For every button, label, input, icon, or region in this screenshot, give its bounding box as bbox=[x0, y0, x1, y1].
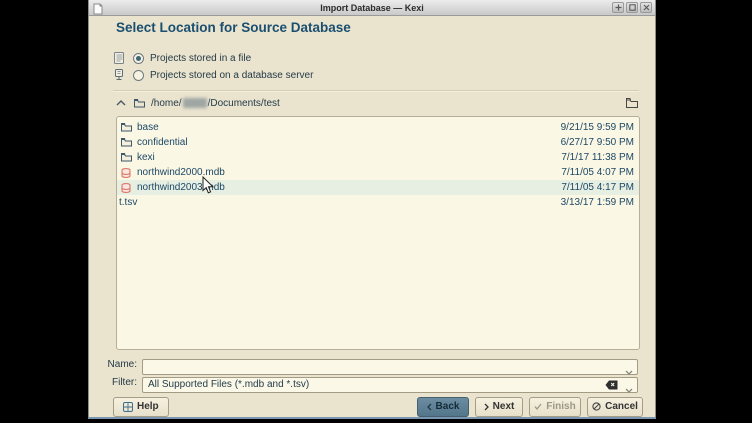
radio-projects-file[interactable] bbox=[133, 53, 144, 64]
option-projects-file[interactable]: Projects stored in a file bbox=[113, 51, 251, 65]
file-name: kexi bbox=[137, 152, 155, 163]
file-date: 7/11/05 4:07 PM bbox=[561, 167, 634, 178]
file-list-row[interactable]: t.tsv 3/13/17 1:59 PM bbox=[117, 195, 639, 210]
cancel-icon bbox=[592, 402, 601, 411]
window-controls bbox=[612, 2, 652, 13]
path-suffix: /Documents/test bbox=[208, 98, 280, 109]
chevron-right-icon bbox=[484, 403, 489, 411]
finish-label: Finish bbox=[546, 401, 575, 412]
titlebar[interactable]: Import Database — Kexi bbox=[89, 0, 655, 16]
window-title: Import Database — Kexi bbox=[89, 3, 655, 13]
maximize-button[interactable] bbox=[626, 2, 638, 13]
breadcrumb-path[interactable]: /home/ /Documents/test bbox=[151, 98, 280, 109]
app-window-icon bbox=[93, 2, 103, 20]
maximize-icon bbox=[629, 4, 636, 11]
file-name: base bbox=[137, 122, 159, 133]
next-button[interactable]: Next bbox=[475, 397, 523, 417]
close-button[interactable] bbox=[640, 2, 652, 13]
radio-projects-server[interactable] bbox=[133, 70, 144, 81]
keep-above-button[interactable] bbox=[612, 2, 624, 13]
name-input[interactable] bbox=[142, 359, 638, 375]
file-date: 9/21/15 9:59 PM bbox=[561, 122, 634, 133]
filter-combo bbox=[142, 374, 638, 390]
file-date: 6/27/17 9:50 PM bbox=[561, 137, 634, 148]
letterbox-background: Import Database — Kexi Select Location f… bbox=[0, 0, 752, 423]
file-name: northwind2000.mdb bbox=[137, 167, 225, 178]
chevron-up-icon bbox=[116, 100, 126, 106]
backspace-icon bbox=[605, 380, 618, 390]
import-database-dialog: Import Database — Kexi Select Location f… bbox=[88, 0, 656, 419]
help-label: Help bbox=[137, 401, 159, 412]
redacted-username bbox=[183, 98, 207, 108]
new-folder-button[interactable] bbox=[626, 98, 638, 108]
page-title: Select Location for Source Database bbox=[116, 20, 351, 35]
button-bar: Help Back Next bbox=[113, 396, 643, 417]
file-name: northwind2003.mdb bbox=[137, 182, 225, 193]
filter-label: Filter: bbox=[89, 377, 137, 388]
name-field-row: Name: bbox=[89, 356, 638, 372]
cancel-label: Cancel bbox=[605, 401, 638, 412]
database-file-icon bbox=[121, 168, 133, 178]
file-list-row[interactable]: base 9/21/15 9:59 PM bbox=[117, 120, 639, 135]
current-folder-icon bbox=[134, 99, 145, 108]
new-folder-icon bbox=[626, 98, 638, 108]
folder-icon bbox=[121, 138, 133, 147]
clear-filter-button[interactable] bbox=[605, 377, 618, 395]
close-icon bbox=[643, 4, 650, 11]
file-name: t.tsv bbox=[119, 197, 137, 208]
path-prefix: /home/ bbox=[151, 98, 182, 109]
finish-button[interactable]: Finish bbox=[529, 397, 581, 417]
help-button[interactable]: Help bbox=[113, 397, 169, 417]
folder-icon bbox=[121, 123, 133, 132]
option-label: Projects stored in a file bbox=[150, 53, 251, 64]
go-up-button[interactable] bbox=[116, 100, 126, 106]
back-label: Back bbox=[436, 401, 460, 412]
file-date: 7/1/17 11:38 PM bbox=[561, 152, 634, 163]
file-list-row[interactable]: northwind2000.mdb 7/11/05 4:07 PM bbox=[117, 165, 639, 180]
checkmark-icon bbox=[534, 403, 542, 410]
chevron-left-icon bbox=[427, 403, 432, 411]
name-label: Name: bbox=[89, 359, 137, 370]
plus-icon bbox=[615, 4, 622, 11]
path-bar: /home/ /Documents/test bbox=[116, 95, 638, 111]
file-name: confidential bbox=[137, 137, 188, 148]
cancel-button[interactable]: Cancel bbox=[587, 397, 643, 417]
file-list-row[interactable]: kexi 7/1/17 11:38 PM bbox=[117, 150, 639, 165]
back-button[interactable]: Back bbox=[417, 397, 469, 417]
folder-icon bbox=[121, 153, 133, 162]
option-projects-server[interactable]: Projects stored on a database server bbox=[113, 68, 313, 82]
wizard-buttons: Back Next Finish bbox=[417, 397, 643, 417]
database-server-icon bbox=[113, 69, 126, 81]
help-icon bbox=[123, 402, 133, 412]
separator-line bbox=[113, 90, 639, 92]
database-file-icon bbox=[121, 183, 133, 193]
filter-field-row: Filter: bbox=[89, 374, 638, 390]
filter-input[interactable] bbox=[142, 377, 638, 393]
next-label: Next bbox=[493, 401, 515, 412]
file-list[interactable]: base 9/21/15 9:59 PM confidential 6/27/1… bbox=[116, 116, 640, 350]
file-date: 7/11/05 4:17 PM bbox=[561, 182, 634, 193]
name-combo bbox=[142, 356, 638, 372]
file-list-row[interactable]: northwind2003.mdb 7/11/05 4:17 PM bbox=[117, 180, 639, 195]
file-icon bbox=[113, 52, 126, 64]
option-label: Projects stored on a database server bbox=[150, 70, 313, 81]
file-list-row[interactable]: confidential 6/27/17 9:50 PM bbox=[117, 135, 639, 150]
file-date: 3/13/17 1:59 PM bbox=[561, 197, 634, 208]
